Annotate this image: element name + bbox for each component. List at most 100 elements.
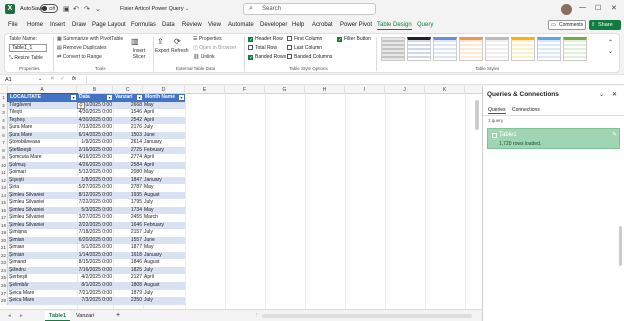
table-cell[interactable]: Şiria (8, 184, 77, 192)
table-cell[interactable]: 5/12/2025 0:00 (77, 169, 113, 177)
formula-input[interactable] (86, 76, 616, 84)
table-name-input[interactable]: Table1_1 (9, 44, 47, 52)
resize-table-button[interactable]: ⤡ Resize Table (9, 55, 43, 61)
table-cell[interactable]: Ştefăneşti (8, 147, 77, 155)
tab-acrobat[interactable]: Acrobat (312, 22, 333, 28)
table-cell[interactable]: 4/19/2025 0:00 (77, 154, 113, 162)
tab-automate[interactable]: Automate (228, 22, 254, 28)
table-cell[interactable]: Şimleu Silvaniei (8, 214, 77, 222)
table-cell[interactable]: July (143, 267, 185, 275)
banded-rows-checkbox[interactable]: ✓ Banded Rows (248, 54, 286, 61)
refresh-icon[interactable]: ⟳ (174, 37, 181, 46)
table-cell[interactable]: 4/30/2025 0:00 (77, 117, 113, 125)
table-cell[interactable]: July (143, 124, 185, 132)
table-cell[interactable]: 5/27/2025 0:00 (77, 184, 113, 192)
quick-analysis-icon[interactable]: ⚲ (77, 102, 85, 109)
filter-button[interactable]: ▾ (113, 94, 143, 102)
filter-button[interactable]: ▾ (8, 94, 77, 102)
row-header[interactable]: 1 (0, 94, 8, 102)
comments-button[interactable]: Comments (548, 20, 586, 30)
tab-query[interactable]: Query (417, 22, 433, 28)
table-cell[interactable]: July (143, 199, 185, 207)
tab-data[interactable]: Data (162, 22, 175, 28)
table-cell[interactable]: 1/8/2025 0:00 (77, 177, 113, 185)
table-cell[interactable]: May (143, 102, 185, 110)
table-cell[interactable]: Şilindru (8, 267, 77, 275)
tab-draw[interactable]: Draw (72, 22, 86, 28)
properties-button[interactable]: ☰ Properties (193, 36, 222, 42)
maximize-icon[interactable]: ☐ (595, 4, 601, 12)
table-cell[interactable]: April (143, 109, 185, 117)
table-cell[interactable]: 7/21/2025 0:00 (77, 290, 113, 298)
table-cell[interactable]: 8/1/2025 0:00 (77, 282, 113, 290)
row-header[interactable]: 28 (0, 297, 8, 305)
column-header-d[interactable]: D (143, 86, 185, 94)
table-cell[interactable]: August (143, 259, 185, 267)
column-header-a[interactable]: A (8, 86, 77, 94)
sheet-tab-vanzari[interactable]: Vanzari (72, 311, 98, 321)
row-header[interactable]: 13 (0, 184, 8, 192)
gallery-more-icon[interactable]: ⌄ (608, 48, 613, 55)
column-header-k[interactable]: K (425, 86, 465, 94)
table-cell[interactable]: 1/14/2025 0:00 (77, 252, 113, 260)
table-cell[interactable]: 1935 (113, 192, 143, 200)
table-cell[interactable]: 2787 (113, 184, 143, 192)
table-style-swatch[interactable] (433, 37, 457, 61)
table-cell[interactable]: May (143, 184, 185, 192)
column-header-g[interactable]: G (265, 86, 305, 94)
table-cell[interactable]: 1/9/2025 0:00 (77, 139, 113, 147)
table-cell[interactable]: July (143, 290, 185, 298)
table-cell[interactable]: 4/30/2025 0:00 (77, 109, 113, 117)
row-header[interactable]: 27 (0, 289, 8, 298)
table-style-swatch[interactable] (485, 37, 509, 61)
table-cell[interactable]: 4/2/2025 0:00 (77, 274, 113, 282)
table-cell[interactable]: 1546 (113, 109, 143, 117)
table-cell[interactable]: 2614 (113, 139, 143, 147)
filter-dropdown-icon[interactable]: ▾ (71, 95, 76, 100)
tab-developer[interactable]: Developer (260, 22, 287, 28)
unlink-button[interactable]: ⛓ Unlink (193, 54, 215, 60)
horizontal-scrollbar[interactable] (262, 314, 472, 318)
row-header[interactable]: 15 (0, 199, 8, 207)
table-cell[interactable]: Şoimari (8, 169, 77, 177)
export-icon[interactable]: ⇪ (157, 37, 164, 46)
table-cell[interactable]: May (143, 169, 185, 177)
tab-power-pivot[interactable]: Power Pivot (340, 22, 372, 28)
close-icon[interactable]: ✕ (611, 4, 617, 12)
table-cell[interactable]: Şimian (8, 244, 77, 252)
table-cell[interactable]: Şimişna (8, 229, 77, 237)
table-cell[interactable]: 2350 (113, 297, 143, 305)
table-cell[interactable]: 7/18/2025 0:00 (77, 229, 113, 237)
tab-home[interactable]: Home (27, 22, 43, 28)
total-row-checkbox[interactable]: Total Row (248, 45, 277, 51)
export-button[interactable]: Export (155, 48, 169, 54)
tab-file[interactable]: File (8, 22, 18, 28)
table-cell[interactable]: 1646 (113, 222, 143, 230)
tab-view[interactable]: View (208, 22, 221, 28)
slicer-icon[interactable]: ▥ (131, 37, 139, 46)
column-header-b[interactable]: B (77, 86, 113, 94)
name-box-dropdown-icon[interactable]: ⌄ (38, 76, 42, 82)
table-cell[interactable]: April (143, 154, 185, 162)
summarize-pivot-button[interactable]: ▦ Summarize with PivotTable (57, 36, 123, 42)
row-header[interactable]: 26 (0, 282, 8, 290)
open-browser-button[interactable]: ◫ Open in Browser (193, 45, 236, 51)
table-cell[interactable]: April (143, 162, 185, 170)
table-cell[interactable]: 6/20/2025 0:00 (77, 237, 113, 245)
table-cell[interactable]: Şolmuş (8, 162, 77, 170)
table-cell[interactable]: 2584 (113, 162, 143, 170)
row-header[interactable]: 23 (0, 259, 8, 267)
filter-dropdown-icon[interactable]: ▾ (107, 95, 112, 100)
table-cell[interactable]: 5/1/2025 0:00 (77, 244, 113, 252)
tab-queries[interactable]: Queries (488, 107, 506, 114)
filter-button[interactable]: ▾ (77, 94, 113, 102)
undo-icon[interactable]: ↶ (73, 5, 79, 13)
row-header[interactable]: 11 (0, 169, 8, 177)
tab-page-layout[interactable]: Page Layout (92, 22, 126, 28)
tab-connections[interactable]: Connections (512, 107, 540, 113)
table-cell[interactable]: August (143, 192, 185, 200)
row-header[interactable]: 2 (0, 101, 8, 110)
table-cell[interactable]: Şelimbăr (8, 282, 77, 290)
table-cell[interactable]: January (143, 252, 185, 260)
table-cell[interactable]: May (143, 244, 185, 252)
